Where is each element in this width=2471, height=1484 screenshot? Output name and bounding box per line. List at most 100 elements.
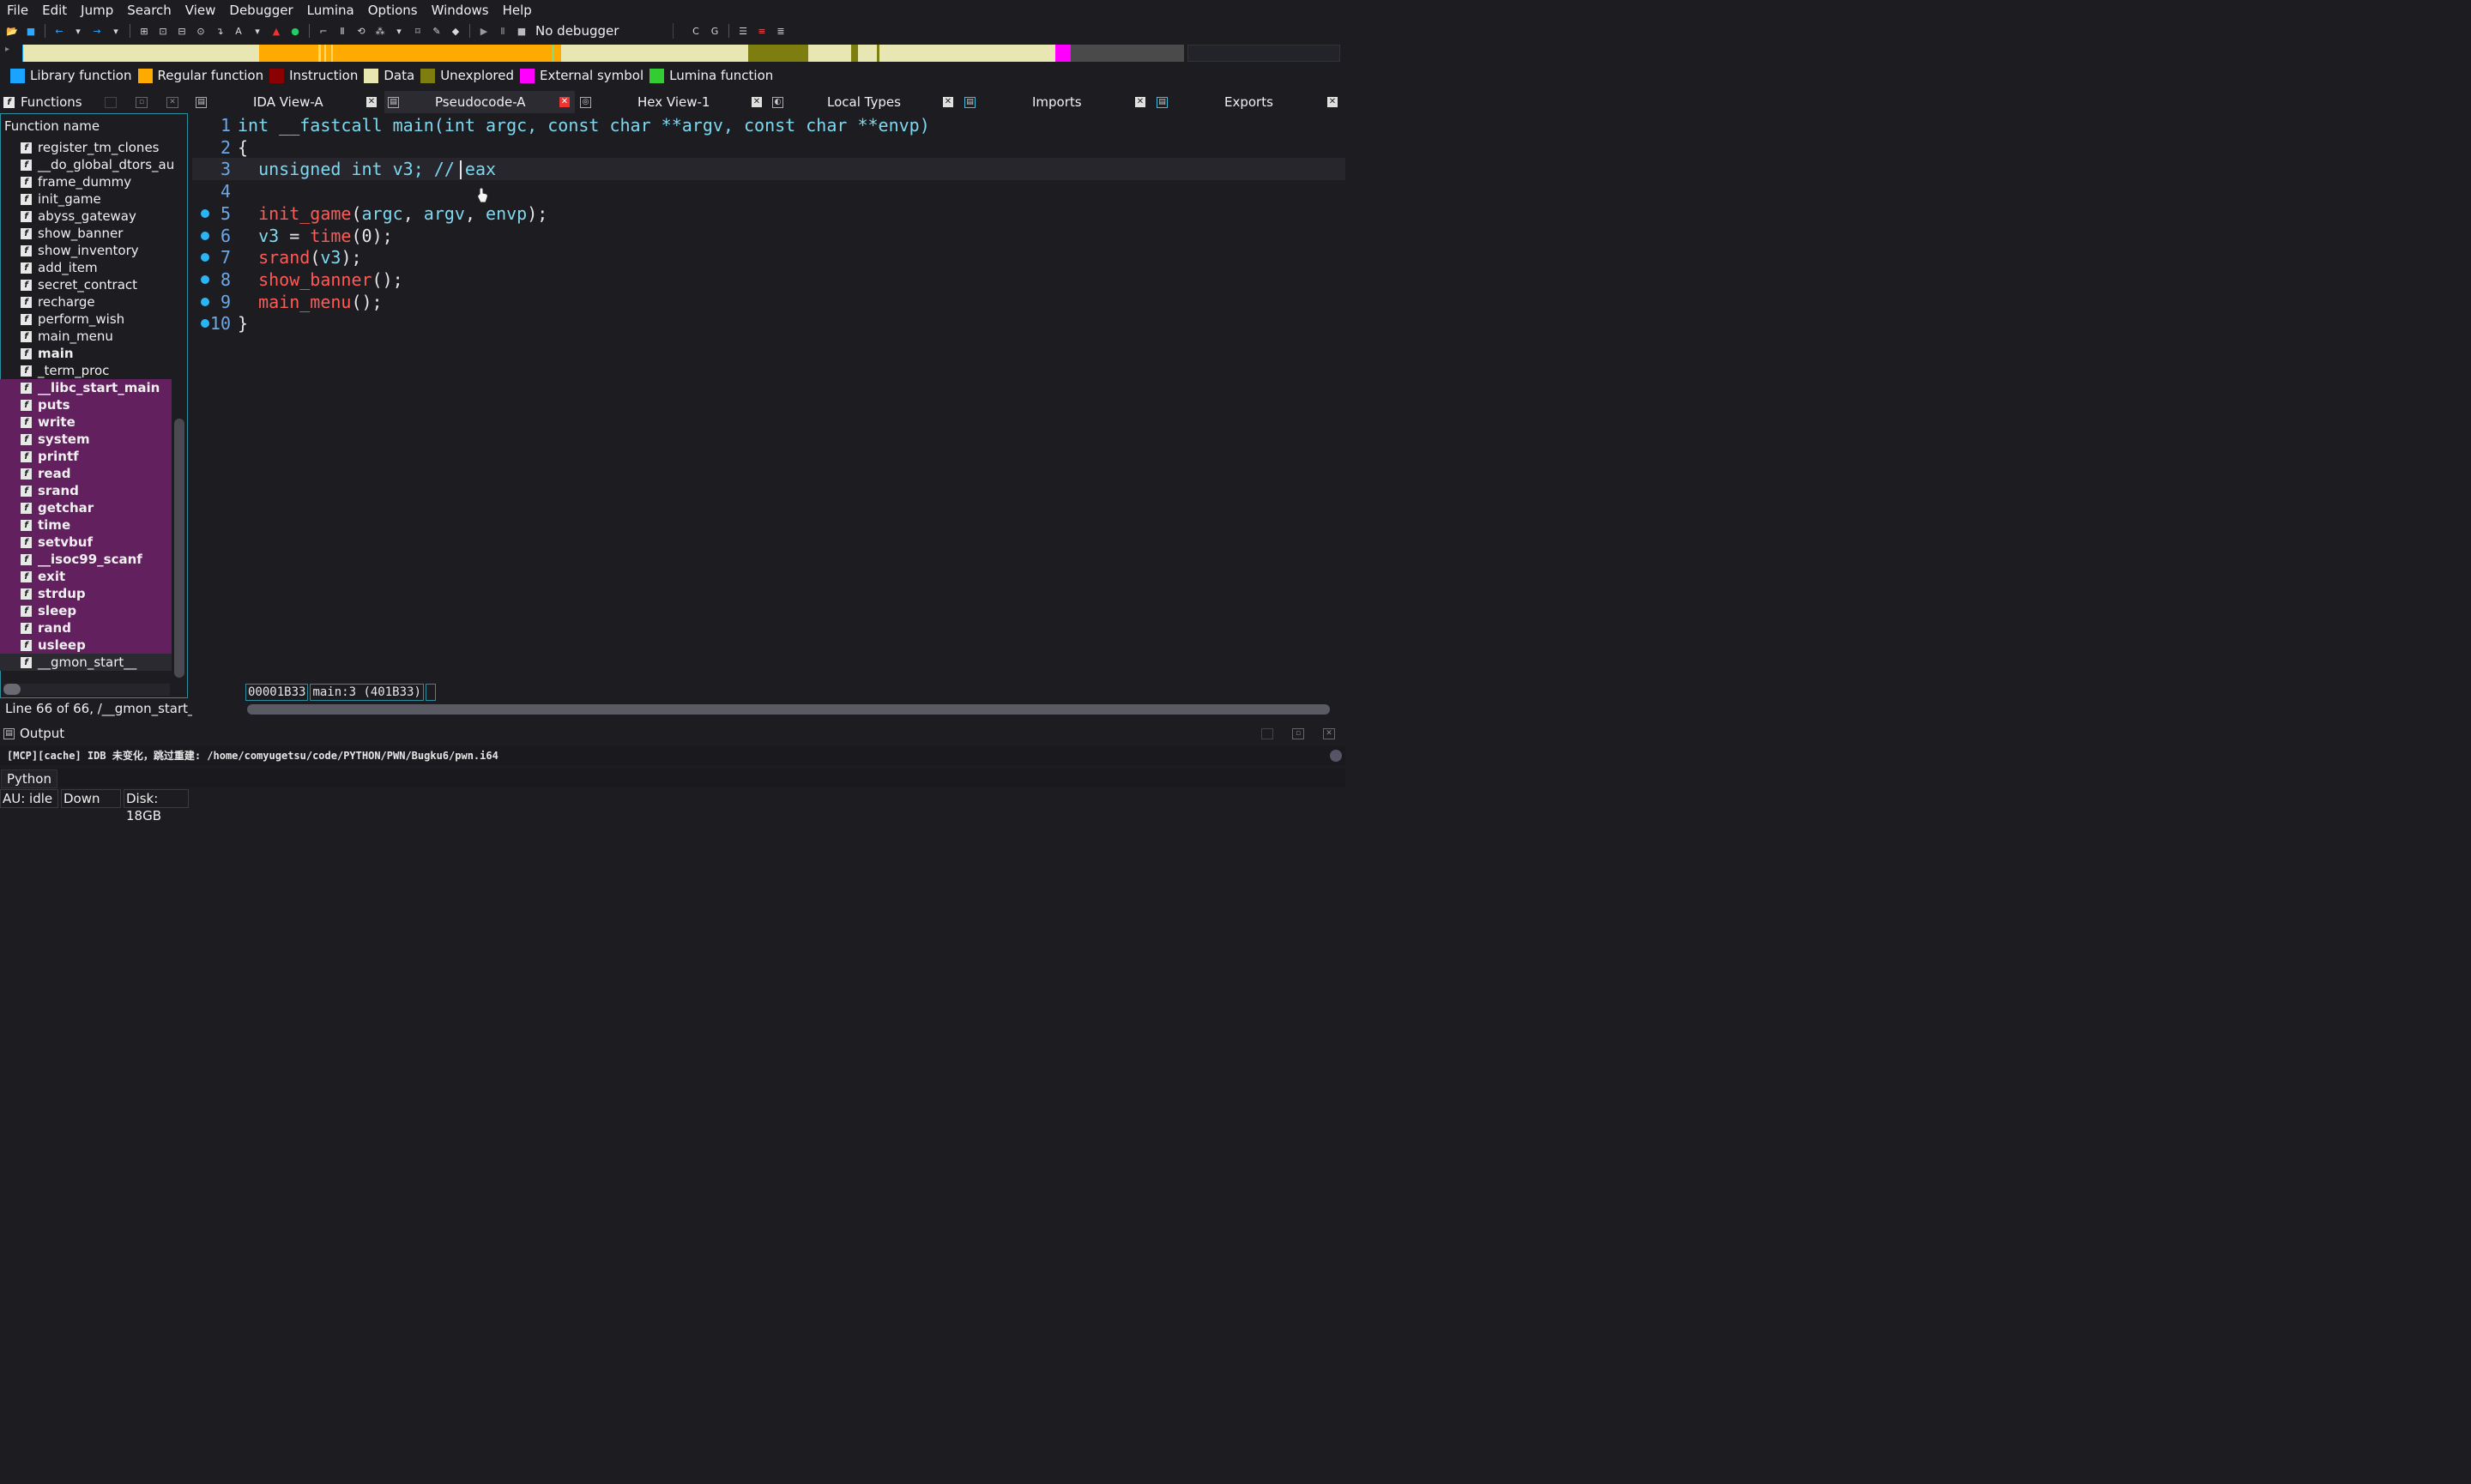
close-icon[interactable]: ✕: [752, 97, 762, 107]
executed-line-dot-icon[interactable]: [201, 274, 209, 284]
code-token[interactable]: v3: [320, 247, 341, 268]
menu-windows[interactable]: Windows: [425, 3, 496, 18]
menu-help[interactable]: Help: [496, 3, 539, 18]
function-list-item[interactable]: f perform_wish: [0, 311, 172, 328]
layout-icon[interactable]: ☰: [736, 24, 750, 38]
tab-hex-view[interactable]: ◎ Hex View-1: [580, 91, 764, 113]
text-view-icon[interactable]: A: [232, 24, 245, 38]
close-icon[interactable]: ✕: [559, 97, 570, 107]
function-list-item[interactable]: f printf: [0, 448, 172, 465]
function-list-item[interactable]: f main_menu: [0, 328, 172, 345]
function-name-column-header[interactable]: Function name: [0, 118, 176, 137]
pause-icon[interactable]: Ⅱ: [496, 24, 510, 38]
code-token[interactable]: argv: [424, 203, 465, 224]
menu-lumina[interactable]: Lumina: [300, 3, 361, 18]
code-line[interactable]: 10}: [192, 312, 1345, 335]
function-list-item[interactable]: f secret_contract: [0, 276, 172, 293]
breakpoint-icon[interactable]: ▲: [269, 24, 283, 38]
g-icon[interactable]: G: [708, 24, 722, 38]
code-line[interactable]: 7 srand(v3);: [192, 246, 1345, 268]
function-list-item[interactable]: f exit: [0, 568, 172, 585]
c-icon[interactable]: C: [689, 24, 703, 38]
function-list-item[interactable]: f recharge: [0, 293, 172, 311]
undefine-icon[interactable]: ⟲: [354, 24, 368, 38]
function-list-item[interactable]: f write: [0, 413, 172, 431]
code-token[interactable]: {: [238, 137, 248, 158]
function-list-item[interactable]: f usleep: [0, 636, 172, 654]
menu-options[interactable]: Options: [361, 3, 425, 18]
graph-icon[interactable]: ⊙: [194, 24, 208, 38]
debugger-select[interactable]: No debugger: [534, 23, 674, 39]
code-line[interactable]: 1 int __fastcall main(int argc, const cha…: [192, 114, 1345, 136]
back-arrow-icon[interactable]: ←: [52, 24, 66, 38]
data-icon[interactable]: Ⅱ: [335, 24, 349, 38]
list-icon[interactable]: ≡: [755, 24, 769, 38]
code-token[interactable]: show_banner: [258, 269, 372, 290]
function-list-item[interactable]: f time: [0, 516, 172, 534]
function-list-item[interactable]: f puts: [0, 396, 172, 413]
chevron-down-icon[interactable]: ▾: [392, 24, 406, 38]
close-icon[interactable]: ✕: [366, 97, 377, 107]
function-list-item[interactable]: f show_banner: [0, 225, 172, 242]
code-token[interactable]: [238, 247, 258, 268]
save-icon[interactable]: ■: [24, 24, 38, 38]
code-token[interactable]: );: [341, 247, 361, 268]
menu-file[interactable]: File: [0, 3, 35, 18]
close-icon[interactable]: ✕: [1323, 728, 1335, 739]
code-token[interactable]: [238, 292, 258, 312]
menu-edit[interactable]: Edit: [35, 3, 74, 18]
nav-band-left-arrow[interactable]: ▸: [5, 45, 17, 62]
function-list-item[interactable]: f frame_dummy: [0, 173, 172, 190]
search-binary-icon[interactable]: ⊞: [137, 24, 151, 38]
function-list-item[interactable]: f __do_global_dtors_aux: [0, 156, 182, 173]
jump-icon[interactable]: ↴: [213, 24, 227, 38]
function-list-item[interactable]: f rand: [0, 619, 172, 636]
open-icon[interactable]: 📂: [5, 24, 19, 38]
code-token[interactable]: envp: [486, 203, 527, 224]
code-line[interactable]: 8 show_banner();: [192, 268, 1345, 291]
pin-icon[interactable]: [105, 97, 117, 108]
code-token[interactable]: int __fastcall main(int argc, const char…: [238, 115, 930, 136]
executed-line-dot-icon[interactable]: [201, 231, 209, 240]
float-window-icon[interactable]: ▫: [136, 97, 148, 108]
stop-icon[interactable]: ■: [515, 24, 529, 38]
code-token[interactable]: [238, 269, 258, 290]
code-token[interactable]: }: [238, 313, 248, 334]
code-line[interactable]: 2{: [192, 136, 1345, 159]
code-token[interactable]: );: [527, 203, 547, 224]
function-list-item[interactable]: f system: [0, 431, 172, 448]
function-list-item[interactable]: f setvbuf: [0, 534, 172, 551]
code-token[interactable]: time: [310, 226, 351, 246]
function-list-item[interactable]: f srand: [0, 482, 172, 499]
close-icon[interactable]: ✕: [1135, 97, 1145, 107]
menu-search[interactable]: Search: [120, 3, 178, 18]
search-text-icon[interactable]: ⊡: [156, 24, 170, 38]
function-list-item[interactable]: f __libc_start_main: [0, 379, 172, 396]
code-token[interactable]: (: [351, 203, 361, 224]
code-token[interactable]: =: [279, 226, 310, 246]
tab-local-types[interactable]: ◐ Local Types: [772, 91, 956, 113]
close-icon[interactable]: ✕: [166, 97, 178, 108]
code-token[interactable]: srand: [258, 247, 310, 268]
code-token[interactable]: [238, 203, 258, 224]
navigation-band[interactable]: [22, 45, 1184, 62]
code-token[interactable]: [238, 226, 258, 246]
search-code-icon[interactable]: ⊟: [175, 24, 189, 38]
function-list-item[interactable]: f getchar: [0, 499, 172, 516]
diamond-icon[interactable]: ◆: [449, 24, 462, 38]
chevron-down-icon[interactable]: ▾: [71, 24, 85, 38]
language-button[interactable]: Python: [1, 769, 57, 788]
menu-jump[interactable]: Jump: [74, 3, 120, 18]
code-token[interactable]: (0);: [351, 226, 392, 246]
function-list-item[interactable]: f show_inventory: [0, 242, 172, 259]
tab-pseudocode[interactable]: ▤ Pseudocode-A: [384, 91, 575, 113]
patch-icon[interactable]: ✎: [430, 24, 444, 38]
output-scroll-indicator[interactable]: [1330, 750, 1342, 762]
command-bar[interactable]: [0, 769, 1345, 787]
code-token[interactable]: init_game: [258, 203, 351, 224]
function-list-item[interactable]: f init_game: [0, 190, 172, 208]
function-list-item[interactable]: f _term_proc: [0, 362, 172, 379]
function-list-item[interactable]: f sleep: [0, 602, 172, 619]
function-list-item[interactable]: f read: [0, 465, 172, 482]
tab-functions[interactable]: f Functions: [3, 91, 82, 113]
